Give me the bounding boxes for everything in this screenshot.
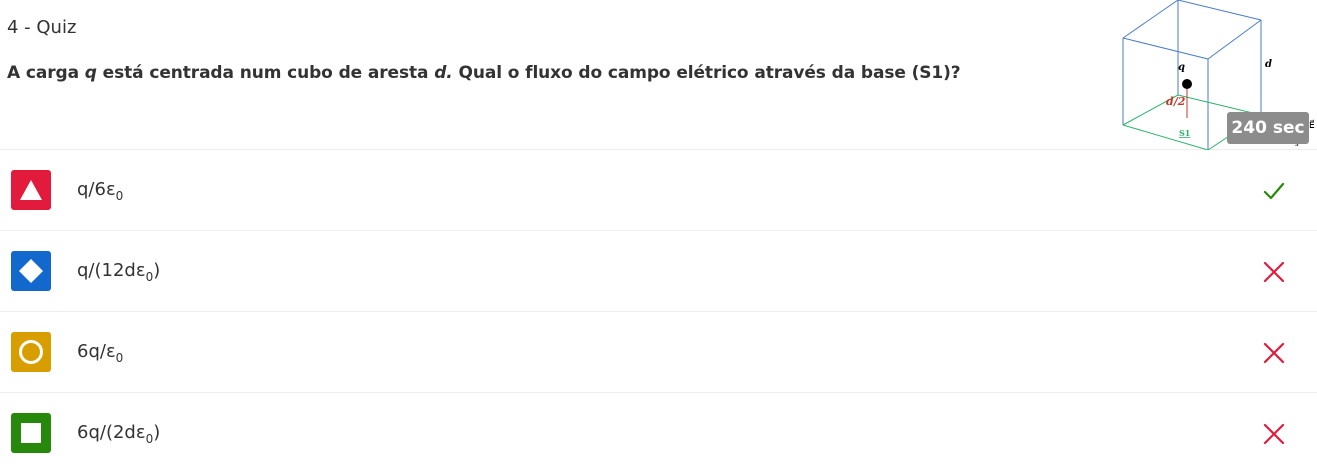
question-text: A carga q está centrada num cubo de ares… xyxy=(7,63,961,83)
answer-text-tail: ) xyxy=(153,422,161,443)
answer-text-tail: ) xyxy=(153,260,161,281)
triangle-icon xyxy=(11,170,51,210)
label-d: d xyxy=(1265,59,1272,70)
diamond-icon xyxy=(11,251,51,291)
answer-text-subscript: 0 xyxy=(145,270,154,284)
charge-dot xyxy=(1182,79,1192,89)
label-e: E⃗ xyxy=(1309,119,1315,131)
quiz-label: 4 - Quiz xyxy=(7,17,77,38)
answer-text-main: 6q/ε xyxy=(77,341,116,362)
question-part-1: A carga xyxy=(7,63,85,83)
question-part-3: Qual o fluxo do campo elétrico através d… xyxy=(452,63,961,83)
question-header: 4 - Quiz A carga q está centrada num cub… xyxy=(0,0,1317,150)
circle-icon xyxy=(11,332,51,372)
diamond-shape xyxy=(19,259,43,283)
answer-text-main: q/(12dε xyxy=(77,260,146,281)
answer-text-main: 6q/(2dε xyxy=(77,422,146,443)
question-var-d: d. xyxy=(434,63,453,83)
square-shape xyxy=(21,423,41,443)
label-s1: S1 xyxy=(1179,128,1190,138)
answer-options: q/6ε0 q/(12dε0) 6q/ε0 6q/(2dε0) xyxy=(0,150,1317,474)
cross-icon xyxy=(1260,420,1288,448)
cross-icon xyxy=(1260,258,1288,286)
answer-text-subscript: 0 xyxy=(145,432,154,446)
check-icon xyxy=(1260,177,1288,205)
timer-badge: 240 sec xyxy=(1227,112,1309,144)
answer-text-subscript: 0 xyxy=(115,351,124,365)
answer-text: 6q/ε0 xyxy=(77,341,124,365)
answer-option-3[interactable]: 6q/ε0 xyxy=(0,312,1317,393)
answer-text-main: q/6ε xyxy=(77,179,116,200)
answer-text: q/(12dε0) xyxy=(77,260,161,284)
label-q: q xyxy=(1178,62,1185,73)
question-part-2: está centrada num cubo de aresta xyxy=(96,63,435,83)
answer-text: 6q/(2dε0) xyxy=(77,422,161,446)
triangle-shape xyxy=(20,180,42,200)
circle-shape xyxy=(19,340,43,364)
cross-icon xyxy=(1260,339,1288,367)
answer-option-4[interactable]: 6q/(2dε0) xyxy=(0,393,1317,474)
answer-text-subscript: 0 xyxy=(115,189,124,203)
label-half-d: d/2 xyxy=(1166,95,1186,108)
answer-text: q/6ε0 xyxy=(77,179,124,203)
square-icon xyxy=(11,413,51,453)
answer-option-1[interactable]: q/6ε0 xyxy=(0,150,1317,231)
answer-option-2[interactable]: q/(12dε0) xyxy=(0,231,1317,312)
question-var-q: q xyxy=(84,63,97,83)
